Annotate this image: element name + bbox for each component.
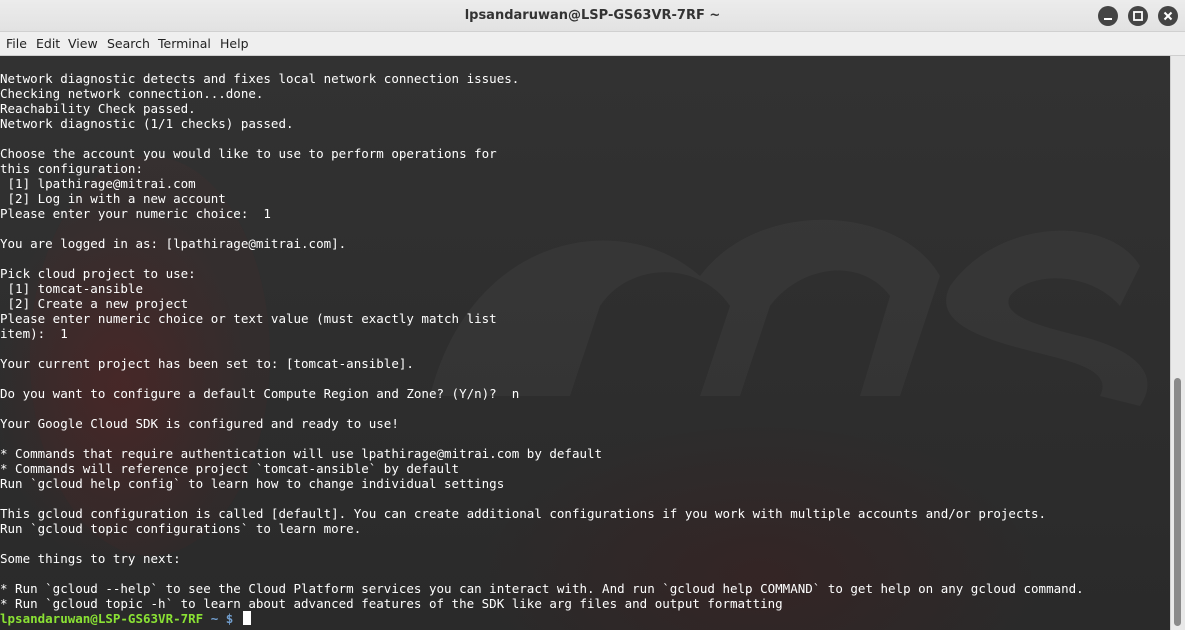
title-bar[interactable]: lpsandaruwan@LSP-GS63VR-7RF ~ [0,0,1185,32]
menu-terminal[interactable]: Terminal [156,32,213,55]
close-icon [1163,11,1173,21]
close-button[interactable] [1158,6,1178,26]
window-title: lpsandaruwan@LSP-GS63VR-7RF ~ [464,8,721,23]
minimize-button[interactable] [1098,6,1118,26]
menu-view[interactable]: View [66,32,100,55]
prompt-symbol: $ [225,611,234,626]
menu-bar: File Edit View Search Terminal Help [0,32,1185,56]
menu-file[interactable]: File [4,32,29,55]
prompt-user-host: lpsandaruwan@LSP-GS63VR-7RF [0,611,204,626]
scrollbar-thumb[interactable] [1174,378,1181,626]
terminal-area[interactable]: Network diagnostic detects and fixes loc… [0,56,1170,630]
menu-help[interactable]: Help [218,32,251,55]
menu-edit[interactable]: Edit [34,32,62,55]
vertical-scrollbar[interactable] [1170,56,1185,630]
text-cursor [242,611,251,625]
terminal-window: lpsandaruwan@LSP-GS63VR-7RF ~ File Edit … [0,0,1185,630]
prompt-directory: ~ [210,611,219,626]
menu-search[interactable]: Search [105,32,152,55]
minimize-icon [1104,18,1112,20]
maximize-icon [1133,11,1143,21]
maximize-button[interactable] [1128,6,1148,26]
shell-prompt[interactable]: lpsandaruwan@LSP-GS63VR-7RF ~ $ [0,611,251,626]
terminal-output: Network diagnostic detects and fixes loc… [0,71,1084,611]
